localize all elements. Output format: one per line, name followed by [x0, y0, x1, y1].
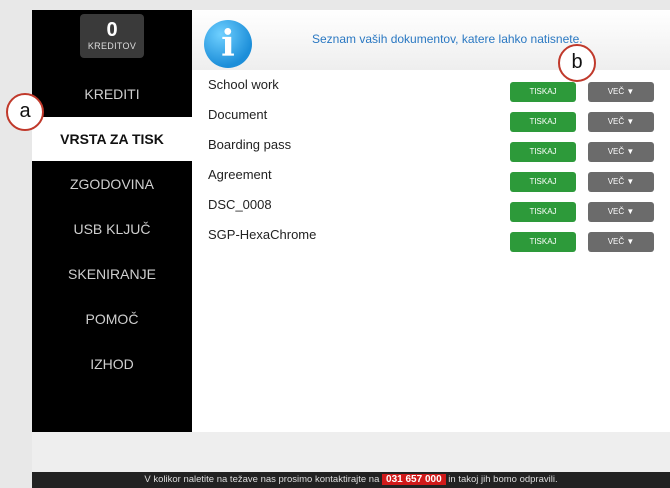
- document-name: Agreement: [208, 167, 272, 182]
- sidebar-item-pomoc[interactable]: POMOČ: [32, 297, 192, 341]
- print-button[interactable]: TISKAJ: [510, 112, 576, 132]
- credits-box: 0 KREDITOV: [80, 14, 144, 58]
- print-button[interactable]: TISKAJ: [510, 172, 576, 192]
- footer-text-after: in takoj jih bomo odpravili.: [448, 474, 558, 485]
- document-name: SGP-HexaChrome: [208, 227, 317, 242]
- more-button[interactable]: VEČ ▼: [588, 232, 654, 252]
- print-button[interactable]: TISKAJ: [510, 142, 576, 162]
- footer: V kolikor naletite na težave nas prosimo…: [32, 472, 670, 488]
- sidebar-item-izhod[interactable]: IZHOD: [32, 342, 192, 386]
- lower-strip: [32, 432, 670, 472]
- document-name: DSC_0008: [208, 197, 272, 212]
- sidebar: 0 KREDITOV KREDITI VRSTA ZA TISK ZGODOVI…: [32, 10, 192, 432]
- document-row: DSC_0008 TISKAJ VEČ ▼: [192, 196, 670, 226]
- sidebar-item-zgodovina[interactable]: ZGODOVINA: [32, 162, 192, 206]
- document-name: Document: [208, 107, 268, 122]
- more-button[interactable]: VEČ ▼: [588, 202, 654, 222]
- print-button[interactable]: TISKAJ: [510, 202, 576, 222]
- print-button[interactable]: TISKAJ: [510, 82, 576, 102]
- more-button[interactable]: VEČ ▼: [588, 112, 654, 132]
- document-row: Document TISKAJ VEČ ▼: [192, 106, 670, 136]
- document-row: Boarding pass TISKAJ VEČ ▼: [192, 136, 670, 166]
- main-content: i Seznam vaših dokumentov, katere lahko …: [192, 10, 670, 432]
- callout-b: b: [558, 44, 596, 82]
- sidebar-item-usb-kljuc[interactable]: USB KLJUČ: [32, 207, 192, 251]
- document-row: School work TISKAJ VEČ ▼: [192, 76, 670, 106]
- document-row: SGP-HexaChrome TISKAJ VEČ ▼: [192, 226, 670, 256]
- document-name: School work: [208, 77, 279, 92]
- sidebar-item-skeniranje[interactable]: SKENIRANJE: [32, 252, 192, 296]
- header-message: Seznam vaših dokumentov, katere lahko na…: [312, 32, 583, 46]
- callout-a: a: [6, 93, 44, 131]
- info-icon: i: [204, 20, 252, 68]
- support-phone: 031 657 000: [382, 474, 446, 485]
- credits-value: 0: [106, 19, 118, 41]
- sidebar-item-krediti[interactable]: KREDITI: [32, 72, 192, 116]
- print-button[interactable]: TISKAJ: [510, 232, 576, 252]
- more-button[interactable]: VEČ ▼: [588, 82, 654, 102]
- header: i Seznam vaših dokumentov, katere lahko …: [192, 10, 670, 70]
- credits-label: KREDITOV: [87, 41, 137, 51]
- footer-text-before: V kolikor naletite na težave nas prosimo…: [144, 474, 380, 485]
- document-name: Boarding pass: [208, 137, 292, 152]
- document-row: Agreement TISKAJ VEČ ▼: [192, 166, 670, 196]
- more-button[interactable]: VEČ ▼: [588, 172, 654, 192]
- more-button[interactable]: VEČ ▼: [588, 142, 654, 162]
- sidebar-item-vrsta-za-tisk[interactable]: VRSTA ZA TISK: [32, 117, 192, 161]
